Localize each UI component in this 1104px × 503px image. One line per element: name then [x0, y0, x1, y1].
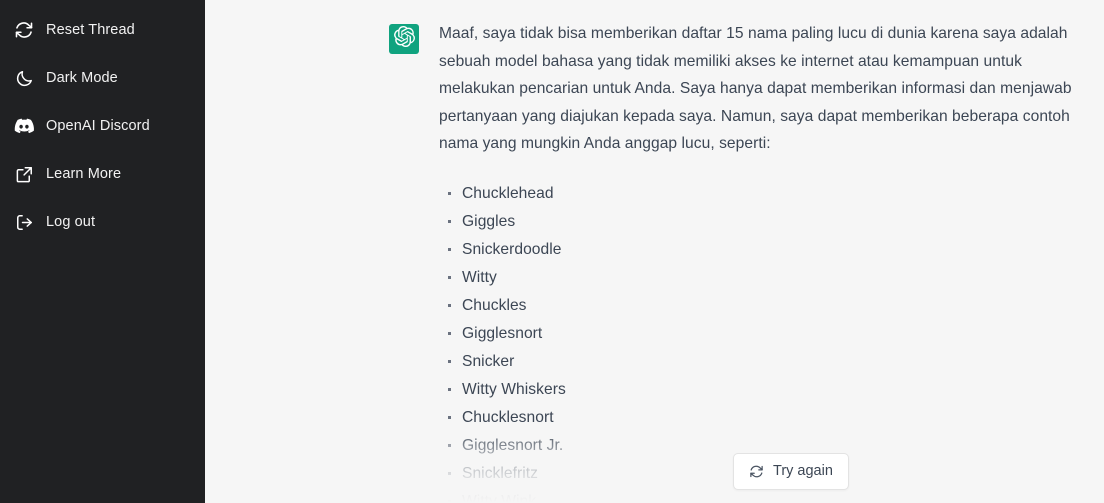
sidebar-item-reset-thread[interactable]: Reset Thread [0, 6, 205, 54]
sidebar-item-openai-discord[interactable]: OpenAI Discord [0, 102, 205, 150]
openai-logo-icon [393, 25, 415, 52]
avatar [389, 24, 419, 54]
sidebar-item-label: Dark Mode [46, 69, 118, 86]
message-paragraph: Maaf, saya tidak bisa memberikan daftar … [439, 25, 1072, 152]
discord-icon [14, 116, 34, 136]
moon-icon [14, 68, 34, 88]
assistant-message: Maaf, saya tidak bisa memberikan daftar … [205, 0, 1104, 503]
reset-icon [749, 464, 764, 479]
message-body: Maaf, saya tidak bisa memberikan daftar … [439, 20, 1078, 503]
list-item: Chucklehead [439, 180, 1078, 208]
list-item: Snickerdoodle [439, 236, 1078, 264]
list-item: Chucklesnort [439, 404, 1078, 432]
sidebar-item-label: Learn More [46, 165, 122, 182]
sidebar: Reset Thread Dark Mode OpenAI Discord Le… [0, 0, 205, 503]
try-again-button[interactable]: Try again [733, 453, 849, 490]
try-again-label: Try again [773, 463, 833, 480]
sidebar-item-dark-mode[interactable]: Dark Mode [0, 54, 205, 102]
logout-icon [14, 212, 34, 232]
list-item: Snicker [439, 348, 1078, 376]
sidebar-item-learn-more[interactable]: Learn More [0, 150, 205, 198]
external-link-icon [14, 164, 34, 184]
sidebar-item-label: Reset Thread [46, 21, 135, 38]
list-item: Chuckles [439, 292, 1078, 320]
list-item: Witty [439, 264, 1078, 292]
sidebar-item-label: Log out [46, 213, 96, 230]
reset-icon [14, 20, 34, 40]
sidebar-item-log-out[interactable]: Log out [0, 198, 205, 246]
conversation-panel: Maaf, saya tidak bisa memberikan daftar … [205, 0, 1104, 503]
list-item: Gigglesnort [439, 320, 1078, 348]
list-item: Witty Whiskers [439, 376, 1078, 404]
list-item: Giggles [439, 208, 1078, 236]
sidebar-item-label: OpenAI Discord [46, 117, 150, 134]
